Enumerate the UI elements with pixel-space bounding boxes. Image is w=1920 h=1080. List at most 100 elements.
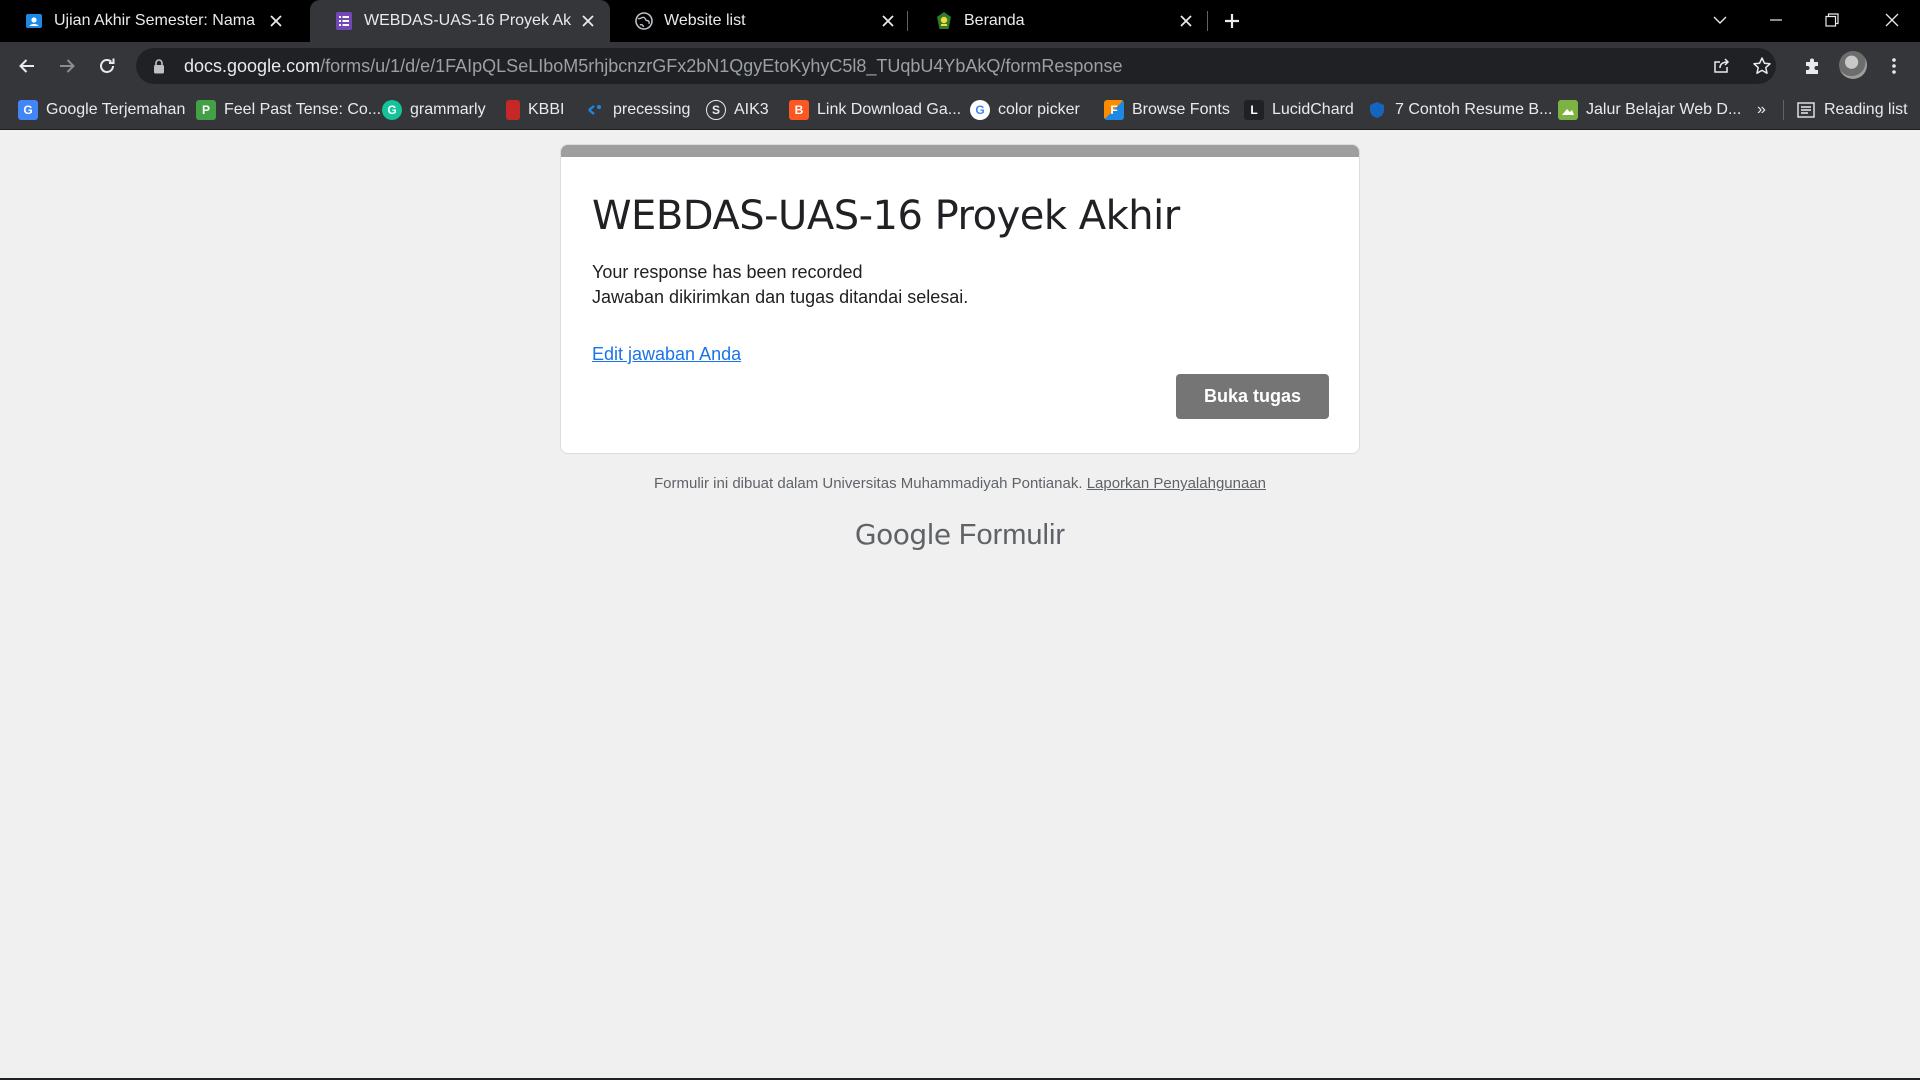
assignment-submitted-message: Jawaban dikirimkan dan tugas ditandai se… xyxy=(592,287,969,307)
report-abuse-link[interactable]: Laporkan Penyalahgunaan xyxy=(1087,475,1266,492)
card-header-bar xyxy=(561,145,1359,157)
restore-icon xyxy=(1825,13,1839,27)
url-path: /forms/u/1/d/e/1FAIpQLSeLIboM5rhjbcnzrGF… xyxy=(320,55,1123,76)
reload-button[interactable] xyxy=(91,50,123,82)
bookmark-separator xyxy=(1783,100,1784,120)
form-title: WEBDAS-UAS-16 Proyek Akhir xyxy=(592,193,1180,239)
bookmark-link-download[interactable]: B Link Download Ga... xyxy=(789,98,961,122)
tab-strip: Ujian Akhir Semester: Nama Domain WEBDAS… xyxy=(0,0,1920,42)
bookmark-label: AIK3 xyxy=(734,101,769,118)
url-text[interactable]: docs.google.com/forms/u/1/d/e/1FAIpQLSeL… xyxy=(184,56,1122,77)
form-footer: Formulir ini dibuat dalam Universitas Mu… xyxy=(0,475,1920,492)
edit-response-link[interactable]: Edit jawaban Anda xyxy=(592,344,741,365)
arrow-right-icon xyxy=(60,59,75,73)
avatar[interactable] xyxy=(1839,51,1867,79)
bookmark-label: Feel Past Tense: Co... xyxy=(224,101,382,118)
classroom-icon xyxy=(24,11,44,31)
tab-separator xyxy=(907,11,908,31)
bookmark-google-terjemahan[interactable]: G Google Terjemahan xyxy=(18,98,185,122)
bookmark-label: color picker xyxy=(998,101,1080,118)
bookmark-label: Jalur Belajar Web D... xyxy=(1586,101,1742,118)
bookmark-star-icon[interactable] xyxy=(1751,55,1773,77)
google-icon: G xyxy=(970,100,990,120)
tab-search-button[interactable] xyxy=(1692,0,1748,40)
plus-icon xyxy=(1225,14,1239,28)
reading-list-icon xyxy=(1796,100,1816,120)
footer-disclaimer: Formulir ini dibuat dalam Universitas Mu… xyxy=(653,475,1083,492)
lucid-icon: L xyxy=(1244,100,1264,120)
bookmarks-overflow-button[interactable]: » xyxy=(1757,98,1766,122)
tab-title: Website list xyxy=(664,12,746,29)
image-icon xyxy=(1558,100,1578,120)
bookmark-label: Google Terjemahan xyxy=(46,101,186,118)
blogger-icon: B xyxy=(789,100,809,120)
tab-ujian-akhir[interactable]: Ujian Akhir Semester: Nama Domain xyxy=(0,0,298,42)
google-forms-logo[interactable]: Google Formulir xyxy=(0,518,1920,552)
bookmark-label: precessing xyxy=(613,101,691,118)
open-assignment-button[interactable]: Buka tugas xyxy=(1176,374,1329,419)
ummp-logo-icon xyxy=(934,11,954,31)
grammarly-icon: G xyxy=(382,100,402,120)
bookmark-color-picker[interactable]: G color picker xyxy=(970,98,1080,122)
close-window-button[interactable] xyxy=(1864,0,1920,40)
lock-icon[interactable] xyxy=(150,57,168,75)
globe-icon xyxy=(634,11,654,31)
more-vert-icon xyxy=(1892,58,1896,74)
puzzle-icon xyxy=(1806,58,1818,74)
close-icon[interactable] xyxy=(266,11,286,31)
bookmark-contoh-resume[interactable]: 7 Contoh Resume B... xyxy=(1367,98,1552,122)
reading-list-label: Reading list xyxy=(1824,101,1908,118)
bookmark-label: 7 Contoh Resume B... xyxy=(1395,101,1553,118)
bookmark-label: grammarly xyxy=(410,101,486,118)
share-icon[interactable] xyxy=(1711,55,1733,77)
close-icon[interactable] xyxy=(578,11,598,31)
bookmark-grammarly[interactable]: G grammarly xyxy=(382,98,486,122)
processing-icon xyxy=(585,100,605,120)
bookmarks-bar: G Google Terjemahan P Feel Past Tense: C… xyxy=(0,90,1920,130)
menu-button[interactable] xyxy=(1878,50,1910,82)
chevron-down-icon xyxy=(1713,16,1727,24)
tab-title: Beranda xyxy=(964,12,1025,29)
browser-toolbar: docs.google.com/forms/u/1/d/e/1FAIpQLSeL… xyxy=(0,42,1920,90)
close-icon xyxy=(1885,13,1899,27)
url-host: docs.google.com xyxy=(184,55,321,76)
response-recorded-message: Your response has been recorded xyxy=(592,262,863,282)
bookmark-feel-past-tense[interactable]: P Feel Past Tense: Co... xyxy=(196,98,381,122)
forms-icon xyxy=(334,11,354,31)
bookmark-aik3[interactable]: S AIK3 xyxy=(706,98,769,122)
bookmark-precessing[interactable]: precessing xyxy=(585,98,690,122)
kbbi-icon xyxy=(506,100,520,120)
bookmark-lucidchard[interactable]: L LucidChard xyxy=(1244,98,1354,122)
bookmark-kbbi[interactable]: KBBI xyxy=(506,98,564,122)
form-response-card: WEBDAS-UAS-16 Proyek Akhir Your response… xyxy=(560,144,1360,454)
new-tab-button[interactable] xyxy=(1220,9,1244,33)
tab-separator xyxy=(1207,11,1208,31)
bookmark-label: LucidChard xyxy=(1272,101,1354,118)
bookmark-browse-fonts[interactable]: F Browse Fonts xyxy=(1104,98,1230,122)
address-bar[interactable]: docs.google.com/forms/u/1/d/e/1FAIpQLSeL… xyxy=(136,48,1776,84)
tab-title: Ujian Akhir Semester: Nama Domain xyxy=(54,12,260,29)
forward-button[interactable] xyxy=(51,50,83,82)
back-button[interactable] xyxy=(11,50,43,82)
bookmark-label: Browse Fonts xyxy=(1132,101,1230,118)
bookmark-label: Link Download Ga... xyxy=(817,101,962,118)
tab-website-list[interactable]: Website list xyxy=(610,0,910,42)
fonts-icon: F xyxy=(1104,100,1124,120)
p-icon: P xyxy=(196,100,216,120)
s-icon: S xyxy=(706,100,726,120)
reload-icon xyxy=(100,58,115,73)
tab-beranda[interactable]: Beranda xyxy=(910,0,1208,42)
extensions-button[interactable] xyxy=(1797,50,1829,82)
minimize-icon xyxy=(1770,19,1782,21)
tab-webdas-form[interactable]: WEBDAS-UAS-16 Proyek Akhir xyxy=(310,0,610,42)
restore-button[interactable] xyxy=(1804,0,1860,40)
brand-product: Formulir xyxy=(958,519,1066,551)
bookmark-jalur-belajar[interactable]: Jalur Belajar Web D... xyxy=(1558,98,1741,122)
reading-list-button[interactable]: Reading list xyxy=(1796,98,1908,122)
close-icon[interactable] xyxy=(1176,11,1196,31)
brand-google: Google xyxy=(854,518,951,551)
minimize-button[interactable] xyxy=(1748,0,1804,40)
close-icon[interactable] xyxy=(878,11,898,31)
tab-title: WEBDAS-UAS-16 Proyek Akhir xyxy=(364,12,572,29)
arrow-left-icon xyxy=(19,59,34,73)
